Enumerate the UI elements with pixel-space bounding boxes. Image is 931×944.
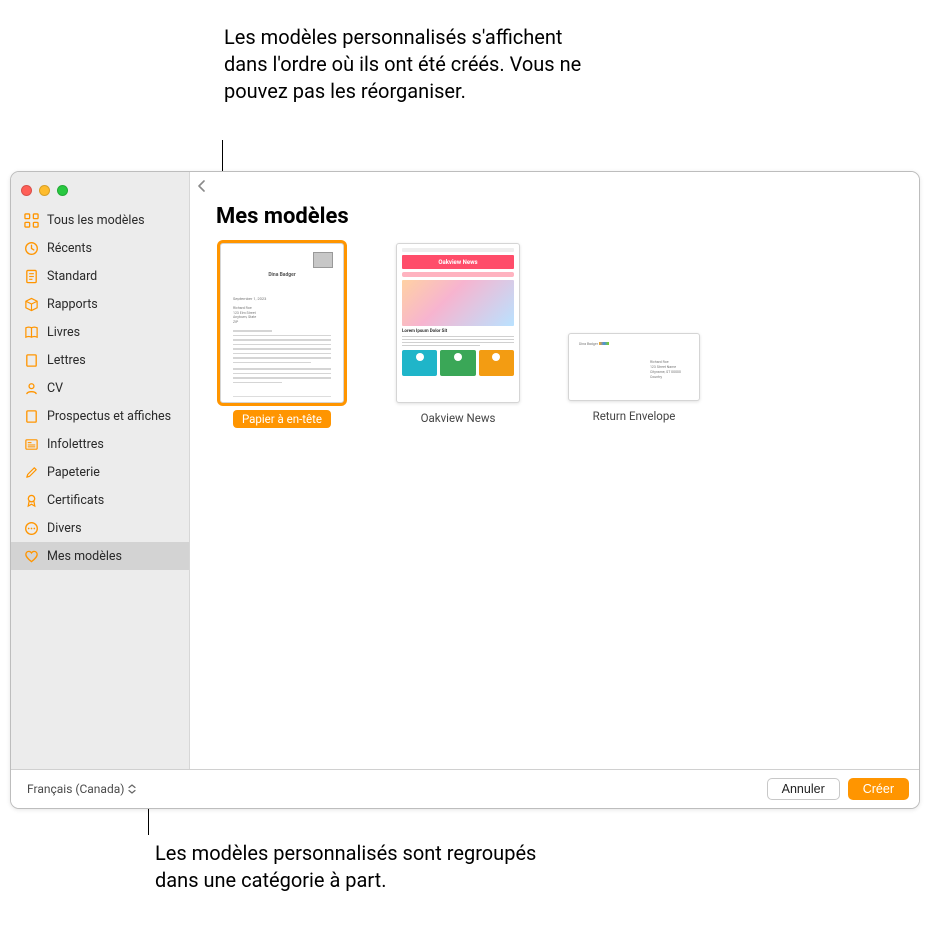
page-icon — [23, 408, 39, 424]
collapse-sidebar-icon[interactable] — [196, 180, 210, 194]
sidebar-item-label: Certificats — [47, 493, 104, 508]
page-title: Mes modèles — [216, 204, 899, 229]
window-controls — [11, 172, 189, 200]
annotation-top: Les modèles personnalisés s'affichent da… — [224, 24, 604, 105]
template-label: Papier à en-tête — [233, 410, 331, 428]
sidebar-item-label: Tous les modèles — [47, 213, 145, 228]
news-icon — [23, 436, 39, 452]
sidebar-item-infolettres[interactable]: Infolettres — [11, 430, 189, 458]
sidebar-item-livres[interactable]: Livres — [11, 318, 189, 346]
sidebar-item-label: Mes modèles — [47, 549, 122, 564]
page-icon — [23, 352, 39, 368]
sidebar-item-label: Prospectus et affiches — [47, 409, 171, 424]
template-grid: Dina Badger September 1, 2023 Richard Ro… — [210, 243, 899, 428]
sidebar-item-label: Lettres — [47, 353, 86, 368]
grid-icon — [23, 212, 39, 228]
language-label: Français (Canada) — [27, 782, 124, 796]
doc-icon — [23, 268, 39, 284]
clock-icon — [23, 240, 39, 256]
sidebar-item-label: Divers — [47, 521, 82, 536]
template-item-envelope[interactable]: Dina Badger Richard Roe123 Street NameCi… — [568, 243, 700, 423]
language-selector[interactable]: Français (Canada) — [21, 779, 142, 799]
more-icon — [23, 520, 39, 536]
footer: Français (Canada) Annuler Créer — [11, 770, 919, 808]
sidebar-item-label: Standard — [47, 269, 97, 284]
cancel-button[interactable]: Annuler — [767, 778, 840, 800]
sidebar-item-label: Livres — [47, 325, 80, 340]
sidebar-item-label: CV — [47, 381, 63, 396]
heart-icon — [23, 548, 39, 564]
close-window-button[interactable] — [21, 185, 32, 196]
annotation-bottom: Les modèles personnalisés sont regroupés… — [155, 840, 555, 894]
book-icon — [23, 324, 39, 340]
template-item-letterhead[interactable]: Dina Badger September 1, 2023 Richard Ro… — [216, 243, 348, 428]
template-label: Oakview News — [421, 403, 496, 425]
sidebar-item-tous-les-mod-les[interactable]: Tous les modèles — [11, 206, 189, 234]
box-icon — [23, 296, 39, 312]
template-label: Return Envelope — [593, 401, 676, 423]
sidebar-item-lettres[interactable]: Lettres — [11, 346, 189, 374]
user-icon — [23, 380, 39, 396]
sidebar-item-prospectus-et-affiches[interactable]: Prospectus et affiches — [11, 402, 189, 430]
sidebar: Tous les modèles Récents Standard Rapports L… — [11, 172, 190, 769]
sidebar-item-rapports[interactable]: Rapports — [11, 290, 189, 318]
zoom-window-button[interactable] — [57, 185, 68, 196]
sidebar-item-label: Rapports — [47, 297, 98, 312]
sidebar-item-label: Récents — [47, 241, 92, 256]
content-area: Mes modèles Dina Badger September 1, 202… — [190, 172, 919, 769]
sidebar-item-cv[interactable]: CV — [11, 374, 189, 402]
template-chooser-window: Tous les modèles Récents Standard Rapports L… — [10, 171, 920, 809]
sidebar-item-r-cents[interactable]: Récents — [11, 234, 189, 262]
sidebar-item-label: Infolettres — [47, 437, 104, 452]
template-thumbnail: Dina Badger Richard Roe123 Street NameCi… — [568, 333, 700, 401]
sidebar-item-certificats[interactable]: Certificats — [11, 486, 189, 514]
template-thumbnail: Dina Badger September 1, 2023 Richard Ro… — [220, 243, 344, 403]
sidebar-item-mes-mod-les[interactable]: Mes modèles — [11, 542, 189, 570]
template-item-newsletter[interactable]: Oakview News Lorem Ipsum Dolor Sit Oakvi… — [392, 243, 524, 425]
sidebar-item-papeterie[interactable]: Papeterie — [11, 458, 189, 486]
minimize-window-button[interactable] — [39, 185, 50, 196]
sidebar-item-standard[interactable]: Standard — [11, 262, 189, 290]
updown-icon — [128, 784, 136, 794]
create-button[interactable]: Créer — [848, 778, 909, 800]
sidebar-item-label: Papeterie — [47, 465, 100, 480]
sidebar-item-divers[interactable]: Divers — [11, 514, 189, 542]
badge-icon — [23, 492, 39, 508]
pencil-icon — [23, 464, 39, 480]
template-thumbnail: Oakview News Lorem Ipsum Dolor Sit — [396, 243, 520, 403]
